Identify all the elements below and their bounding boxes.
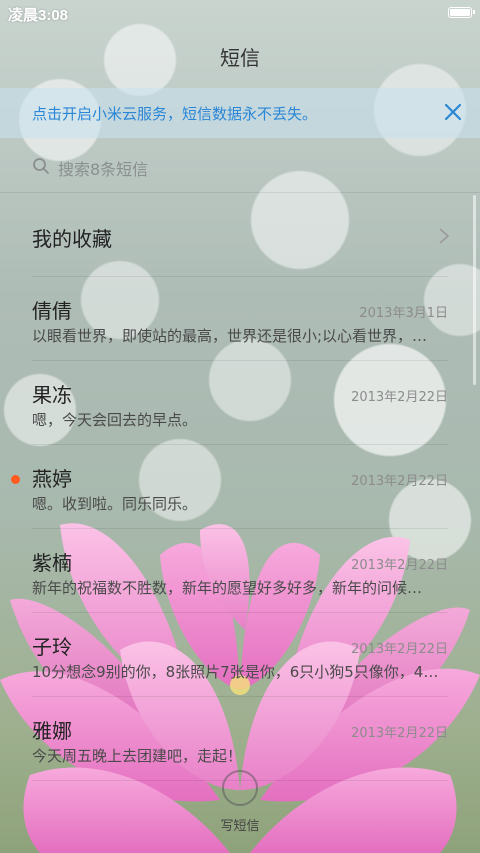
message-date: 2013年2月22日 [351,642,448,657]
message-date: 2013年2月22日 [351,558,448,573]
battery-icon [448,7,475,18]
page-header: 短信 [0,38,480,78]
unread-indicator [11,475,20,484]
message-date: 2013年3月1日 [359,306,448,321]
status-bar: 凌晨3:08 [0,0,480,26]
contact-name: 子玲 [32,635,72,659]
contact-name: 雅娜 [32,719,72,743]
compose-area: 写短信 [0,760,480,853]
message-preview: 嗯。收到啦。同乐同乐。 [32,495,198,513]
conversation-row[interactable]: 倩倩 2013年3月1日以眼看世界，即使站的最高，世界还是很小;以心看世界，… [0,277,480,361]
contact-name: 倩倩 [32,299,72,323]
close-icon[interactable] [442,101,464,123]
contact-name: 果冻 [32,383,72,407]
search-placeholder[interactable]: 搜索8条短信 [58,156,148,180]
cloud-service-banner[interactable]: 点击开启小米云服务，短信数据永不丢失。 [0,88,480,138]
cloud-banner-text[interactable]: 点击开启小米云服务，短信数据永不丢失。 [32,103,317,124]
page-title: 短信 [220,46,260,70]
status-time: 凌晨3:08 [8,7,69,24]
conversation-row[interactable]: 子玲 2013年2月22日 10分想念9别的你，8张照片7张是你，6只小狗5只像你，… [0,613,480,697]
conversation-row[interactable]: 紫楠 2013年2月22日新年的祝福数不胜数，新年的愿望好多好多，新年的问候… [0,529,480,613]
chevron-right-icon [439,228,450,244]
compose-button[interactable] [222,770,258,806]
message-date: 2013年2月22日 [351,726,448,741]
message-preview: 新年的祝福数不胜数，新年的愿望好多好多，新年的问候… [32,579,423,597]
message-preview: 嗯，今天会回去的早点。 [32,411,198,429]
favorites-row[interactable]: 我的收藏 [0,193,480,277]
conversation-row[interactable]: 果冻 2013年2月22日嗯，今天会回去的早点。 [0,361,480,445]
contact-name: 燕婷 [32,467,72,491]
scrollbar[interactable] [473,195,476,385]
search-bar[interactable]: 搜索8条短信 [0,150,480,184]
search-icon [33,158,49,174]
message-preview: 以眼看世界，即使站的最高，世界还是很小;以心看世界，… [32,327,428,345]
compose-label[interactable]: 写短信 [0,815,480,834]
message-date: 2013年2月22日 [351,390,448,405]
message-preview: 10分想念9别的你，8张照片7张是你，6只小狗5只像你，4… [32,663,439,681]
favorites-label[interactable]: 我的收藏 [32,223,112,252]
message-date: 2013年2月22日 [351,474,448,489]
contact-name: 紫楠 [32,551,72,575]
conversation-row[interactable]: 燕婷 2013年2月22日嗯。收到啦。同乐同乐。 [0,445,480,529]
